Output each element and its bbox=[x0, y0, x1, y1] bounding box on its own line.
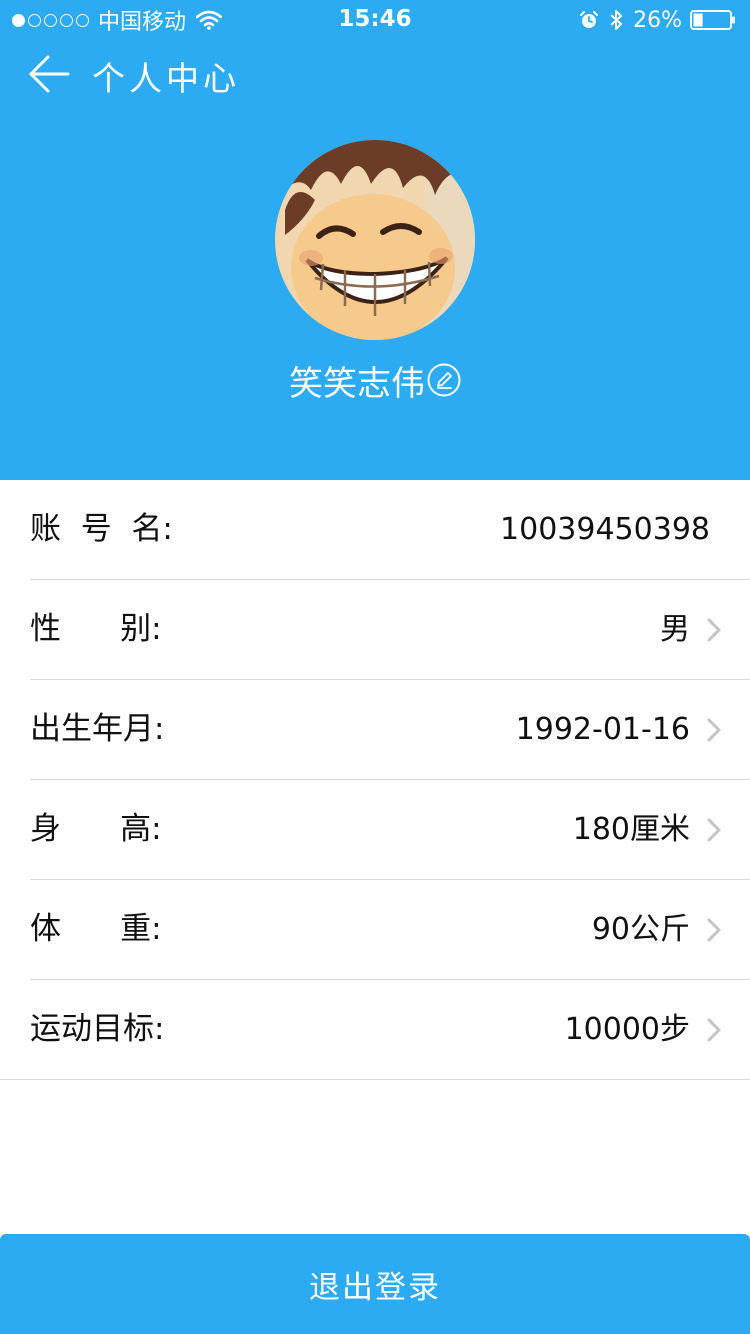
list-item-height[interactable]: 身 高: 180厘米 bbox=[30, 780, 750, 880]
chevron-right-icon bbox=[707, 618, 721, 642]
list-item-weight[interactable]: 体 重: 90公斤 bbox=[30, 880, 750, 980]
chevron-right-icon bbox=[707, 718, 721, 742]
list-item-account: 账 号 名: 10039450398 bbox=[30, 480, 750, 580]
field-value: 10039450398 bbox=[500, 512, 710, 547]
field-label: 账 号 名: bbox=[30, 511, 173, 547]
profile-header: 中国移动 15:46 26% 个人中心 笑笑志伟 bbox=[0, 0, 750, 480]
chevron-right-icon bbox=[707, 818, 721, 842]
list-item-exercise-goal[interactable]: 运动目标: 10000步 bbox=[0, 980, 750, 1080]
field-value: 180厘米 bbox=[572, 812, 690, 847]
field-label: 运动目标: bbox=[30, 1011, 165, 1047]
status-bar: 中国移动 15:46 26% bbox=[0, 0, 750, 40]
alarm-icon bbox=[580, 11, 599, 28]
field-value: 男 bbox=[660, 612, 690, 647]
nickname-row: 笑笑志伟 bbox=[0, 354, 750, 406]
arrow-left-icon[interactable] bbox=[28, 54, 70, 94]
field-label: 体 重: bbox=[30, 911, 162, 947]
field-label: 身 高: bbox=[30, 811, 162, 847]
field-value: 90公斤 bbox=[591, 912, 690, 947]
profile-field-list: 账 号 名: 10039450398 性 别: 男 出生年月: 1992-01-… bbox=[0, 480, 750, 1080]
bluetooth-icon bbox=[610, 10, 623, 30]
nickname: 笑笑志伟 bbox=[289, 363, 425, 404]
nav-bar: 个人中心 bbox=[0, 40, 750, 108]
field-value: 10000步 bbox=[564, 1012, 690, 1047]
status-right: 26% bbox=[579, 6, 736, 34]
list-item-birthdate[interactable]: 出生年月: 1992-01-16 bbox=[30, 680, 750, 780]
field-value: 1992-01-16 bbox=[515, 712, 690, 747]
list-item-gender[interactable]: 性 别: 男 bbox=[30, 580, 750, 680]
avatar[interactable] bbox=[275, 140, 475, 340]
field-label: 性 别: bbox=[30, 611, 162, 647]
pencil-icon[interactable] bbox=[427, 363, 461, 397]
field-label: 出生年月: bbox=[30, 711, 165, 747]
battery-percent: 26% bbox=[633, 7, 682, 33]
battery-icon bbox=[690, 10, 735, 30]
profile-screen: 中国移动 15:46 26% 个人中心 笑笑志伟 账 号 名: 10039450… bbox=[0, 0, 750, 1334]
logout-button[interactable]: 退出登录 bbox=[0, 1234, 750, 1334]
chevron-right-icon bbox=[707, 1018, 721, 1042]
chevron-right-icon bbox=[707, 918, 721, 942]
page-title: 个人中心 bbox=[92, 59, 240, 98]
